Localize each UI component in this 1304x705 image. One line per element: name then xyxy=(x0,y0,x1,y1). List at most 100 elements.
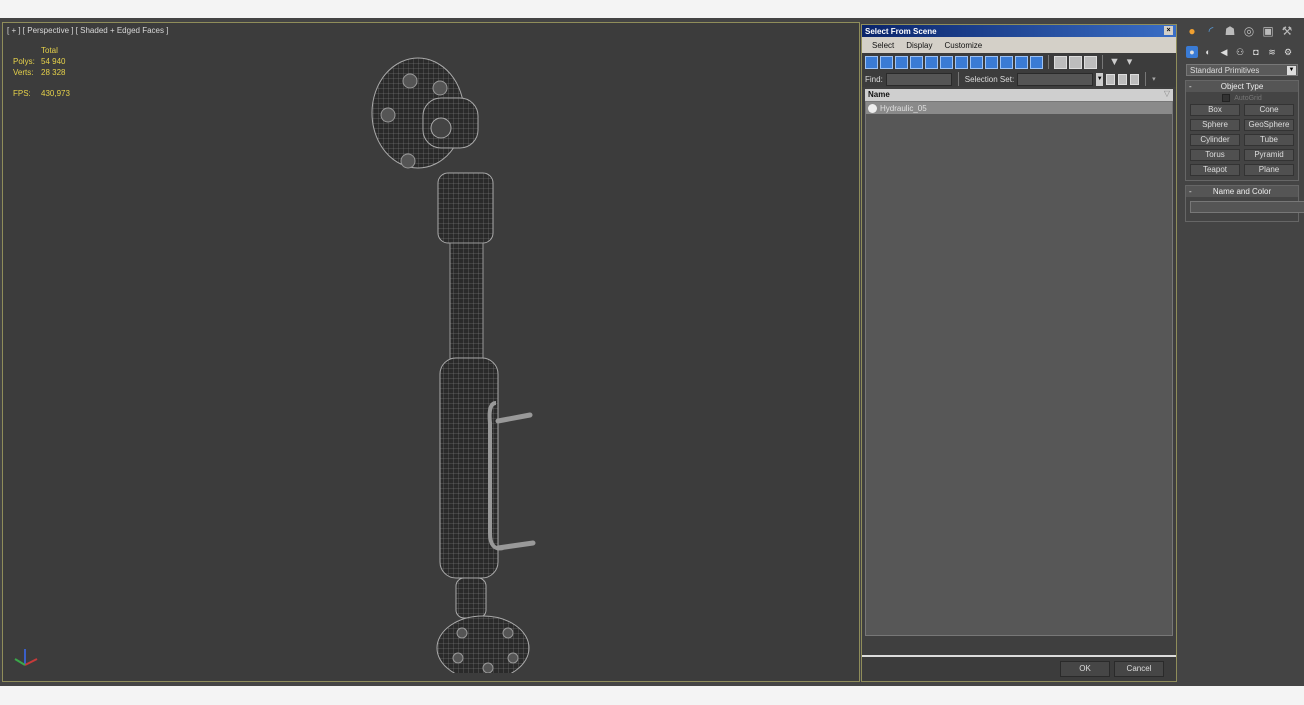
object-type-title: Object Type xyxy=(1220,82,1264,91)
display-spacewarps-icon[interactable] xyxy=(940,55,953,69)
plane-button[interactable]: Plane xyxy=(1244,164,1294,176)
toolbar-separator xyxy=(1145,72,1147,86)
upper-sleeve xyxy=(437,172,494,244)
object-type-rollout: - Object Type AutoGrid Box Cone Sphere G… xyxy=(1185,80,1299,181)
sphere-button[interactable]: Sphere xyxy=(1190,119,1240,131)
polys-value: 54 940 xyxy=(41,57,66,66)
geosphere-button[interactable]: GeoSphere xyxy=(1244,119,1294,131)
helpers-icon[interactable]: ◘ xyxy=(1250,46,1262,58)
viewport-label[interactable]: [ + ] [ Perspective ] [ Shaded + Edged F… xyxy=(7,26,168,35)
cone-button[interactable]: Cone xyxy=(1244,104,1294,116)
column-header-label: Name xyxy=(868,90,890,99)
column-header-name[interactable]: Name ▽ xyxy=(865,89,1173,101)
close-icon[interactable]: × xyxy=(1164,26,1173,35)
lights-icon[interactable]: ◀ xyxy=(1218,46,1230,58)
torus-button[interactable]: Torus xyxy=(1190,149,1240,161)
display-tab-icon[interactable]: ▣ xyxy=(1260,23,1276,39)
toolbar-separator xyxy=(1102,55,1103,69)
autogrid-label: AutoGrid xyxy=(1234,94,1262,102)
chevron-down-icon[interactable]: ▼ xyxy=(1096,72,1104,86)
teapot-button[interactable]: Teapot xyxy=(1190,164,1240,176)
name-and-color-rollout: - Name and Color xyxy=(1185,185,1304,222)
geometry-object-icon xyxy=(868,103,877,113)
scene-object-list: Hydraulic_05 xyxy=(865,101,1173,636)
toolbar-separator xyxy=(957,72,959,86)
name-and-color-header[interactable]: - Name and Color xyxy=(1186,186,1298,197)
select-all-icon[interactable] xyxy=(1054,55,1067,69)
selection-set-new-icon[interactable] xyxy=(1106,73,1116,85)
checkbox-icon[interactable] xyxy=(1222,94,1231,102)
hierarchy-tab-icon[interactable]: ☗ xyxy=(1222,23,1238,39)
top-joint xyxy=(422,97,479,149)
geometry-icon[interactable]: ● xyxy=(1186,46,1198,58)
selection-set-remove-icon[interactable] xyxy=(1130,73,1140,85)
stats-header: Total xyxy=(41,46,58,55)
motion-tab-icon[interactable]: ◎ xyxy=(1241,23,1257,39)
cameras-icon[interactable]: ⚇ xyxy=(1234,46,1246,58)
object-name-input[interactable] xyxy=(1190,201,1304,213)
modify-tab-icon[interactable]: ◜ xyxy=(1203,23,1219,39)
pyramid-button[interactable]: Pyramid xyxy=(1244,149,1294,161)
filter-options-icon[interactable]: ▾ xyxy=(1123,56,1136,69)
systems-icon[interactable]: ⚙ xyxy=(1282,46,1294,58)
filter-icon[interactable]: ▼ xyxy=(1108,56,1121,69)
display-frozen-icon[interactable] xyxy=(1015,55,1028,69)
object-name: Hydraulic_05 xyxy=(880,103,927,113)
display-helpers-icon[interactable] xyxy=(925,55,938,69)
dialog-footer: OK Cancel xyxy=(862,655,1176,681)
select-from-scene-dialog: Select From Scene × Select Display Custo… xyxy=(861,24,1177,682)
collapse-icon[interactable]: - xyxy=(1189,186,1192,197)
select-invert-icon[interactable] xyxy=(1084,55,1097,69)
perspective-viewport[interactable]: [ + ] [ Perspective ] [ Shaded + Edged F… xyxy=(2,22,860,682)
display-hidden-icon[interactable] xyxy=(1030,55,1043,69)
list-item[interactable]: Hydraulic_05 xyxy=(866,102,1172,114)
display-cameras-icon[interactable] xyxy=(910,55,923,69)
box-button[interactable]: Box xyxy=(1190,104,1240,116)
piston-rod xyxy=(449,242,484,364)
selection-set-dropdown[interactable] xyxy=(1017,72,1094,86)
create-category-tabs: ● ◐ ◀ ⚇ ◘ ≋ ⚙ xyxy=(1180,44,1304,60)
display-bones-icon[interactable] xyxy=(985,55,998,69)
verts-label: Verts: xyxy=(13,68,34,77)
selection-set-add-icon[interactable] xyxy=(1118,73,1128,85)
fps-value: 430,973 xyxy=(41,89,70,98)
display-geometry-icon[interactable] xyxy=(865,55,878,69)
cylinder-button[interactable]: Cylinder xyxy=(1190,134,1240,146)
collapse-icon[interactable]: - xyxy=(1189,81,1192,92)
dialog-title: Select From Scene xyxy=(865,27,937,36)
tube-button[interactable]: Tube xyxy=(1244,134,1294,146)
display-xrefs-icon[interactable] xyxy=(970,55,983,69)
viewport-statistics: Total Polys: 54 940 Verts: 28 328 FPS: 430,… xyxy=(13,45,70,99)
find-row: Find: Selection Set: ▼ ▾ xyxy=(862,71,1176,87)
display-lights-icon[interactable] xyxy=(895,55,908,69)
autogrid-checkbox[interactable]: AutoGrid xyxy=(1186,94,1298,102)
polys-label: Polys: xyxy=(13,57,35,66)
space-warps-icon[interactable]: ≋ xyxy=(1266,46,1278,58)
3dsmax-window: [ + ] [ Perspective ] [ Shaded + Edged F… xyxy=(0,18,1304,686)
column-filter-icon[interactable]: ▽ xyxy=(1164,89,1170,98)
find-input[interactable] xyxy=(885,72,952,86)
selection-set-label: Selection Set: xyxy=(964,74,1015,84)
category-value: Standard Primitives xyxy=(1190,66,1260,75)
hydraulic-model-wireframe[interactable] xyxy=(358,43,558,673)
command-panel: ● ◜ ☗ ◎ ▣ ⚒ ● ◐ ◀ ⚇ ◘ ≋ ⚙ Standard Primi… xyxy=(1180,18,1304,686)
dialog-titlebar[interactable]: Select From Scene × xyxy=(862,25,1176,37)
primitive-category-dropdown[interactable]: Standard Primitives ▼ xyxy=(1186,64,1298,76)
menu-select[interactable]: Select xyxy=(872,41,894,50)
display-shapes-icon[interactable] xyxy=(880,55,893,69)
menu-display[interactable]: Display xyxy=(906,41,932,50)
utilities-tab-icon[interactable]: ⚒ xyxy=(1279,23,1295,39)
shapes-icon[interactable]: ◐ xyxy=(1202,46,1214,58)
display-containers-icon[interactable] xyxy=(1000,55,1013,69)
create-tab-icon[interactable]: ● xyxy=(1184,23,1200,39)
toolbar-overflow-icon[interactable]: ▾ xyxy=(1152,75,1156,83)
object-type-header[interactable]: - Object Type xyxy=(1186,81,1298,92)
ok-button[interactable]: OK xyxy=(1060,661,1110,677)
cancel-button[interactable]: Cancel xyxy=(1114,661,1164,677)
chevron-down-icon[interactable]: ▼ xyxy=(1287,66,1296,75)
display-filter-toolbar: ▼ ▾ xyxy=(862,53,1176,71)
select-none-icon[interactable] xyxy=(1069,55,1082,69)
menu-customize[interactable]: Customize xyxy=(944,41,982,50)
display-groups-icon[interactable] xyxy=(955,55,968,69)
find-label: Find: xyxy=(865,74,883,84)
